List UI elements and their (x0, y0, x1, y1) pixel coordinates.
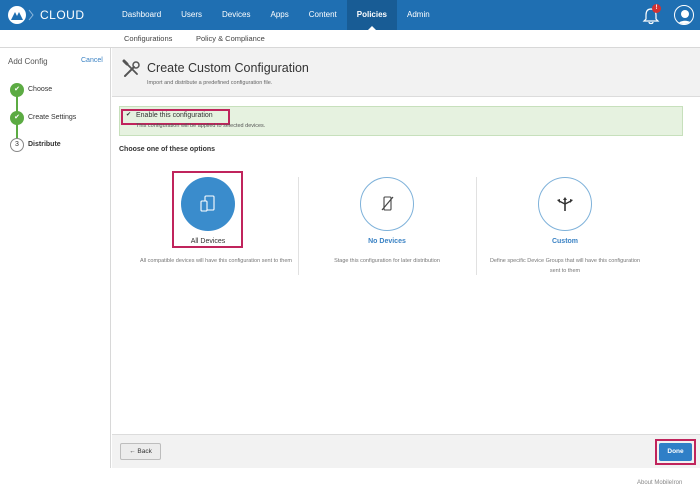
nav-admin[interactable]: Admin (397, 0, 440, 30)
no-device-icon (381, 196, 394, 211)
step-2-check-icon: ✔ (10, 111, 24, 125)
custom-label[interactable]: Custom (505, 238, 625, 245)
no-devices-option[interactable] (360, 177, 414, 231)
chevron-right-icon (28, 9, 34, 21)
custom-description: Define specific Device Groups that will … (489, 258, 641, 274)
enable-label[interactable]: Enable this configuration (136, 112, 213, 119)
no-devices-description: Stage this configuration for later distr… (334, 258, 440, 264)
step-3-label: Distribute (28, 141, 61, 148)
tools-icon (122, 59, 140, 77)
done-button[interactable]: Done (659, 443, 692, 461)
enable-description: This configuration will be applied to se… (136, 123, 266, 129)
footer-bar (112, 434, 700, 468)
user-avatar[interactable] (674, 5, 694, 25)
wizard-title: Add Config (8, 57, 48, 66)
main-nav: Dashboard Users Devices Apps Content Pol… (112, 0, 440, 30)
devices-icon (200, 195, 215, 212)
nav-devices[interactable]: Devices (212, 0, 260, 30)
options-divider (298, 177, 299, 275)
cancel-link[interactable]: Cancel (81, 57, 103, 64)
step-1-label[interactable]: Choose (28, 86, 52, 93)
page-subtitle: Import and distribute a predefined confi… (147, 80, 273, 86)
tab-configurations[interactable]: Configurations (124, 34, 172, 43)
tab-policy-compliance[interactable]: Policy & Compliance (196, 34, 265, 43)
all-devices-option[interactable] (181, 177, 235, 231)
all-devices-description: All compatible devices will have this co… (140, 258, 292, 264)
no-devices-label[interactable]: No Devices (327, 238, 447, 245)
options-heading: Choose one of these options (119, 146, 216, 153)
nav-users[interactable]: Users (171, 0, 212, 30)
about-link[interactable]: About MobileIron (637, 480, 682, 486)
nav-content[interactable]: Content (299, 0, 347, 30)
page-title: Create Custom Configuration (147, 61, 309, 75)
app-brand: CLOUD (40, 8, 85, 22)
wizard-panel: Add Config Cancel ✔ Choose ✔ Create Sett… (0, 48, 111, 468)
options-divider (476, 177, 477, 275)
page-header: Create Custom Configuration Import and d… (112, 48, 700, 97)
back-button[interactable]: ← Back (120, 443, 161, 460)
all-devices-label[interactable]: All Devices (148, 238, 268, 245)
notification-badge: ! (652, 4, 661, 13)
step-1-check-icon: ✔ (10, 83, 24, 97)
step-2-label[interactable]: Create Settings (28, 114, 76, 121)
sub-navigation: Configurations Policy & Compliance (0, 30, 700, 48)
nav-dashboard[interactable]: Dashboard (112, 0, 171, 30)
enable-checkbox[interactable]: ✔ (126, 112, 133, 119)
custom-split-icon (557, 197, 573, 211)
nav-apps[interactable]: Apps (260, 0, 298, 30)
custom-option[interactable] (538, 177, 592, 231)
nav-policies[interactable]: Policies (346, 0, 397, 30)
top-navigation-bar: CLOUD Dashboard Users Devices Apps Conte… (0, 0, 700, 30)
step-3-number: 3 (10, 138, 24, 152)
mobileiron-logo[interactable] (8, 6, 26, 24)
